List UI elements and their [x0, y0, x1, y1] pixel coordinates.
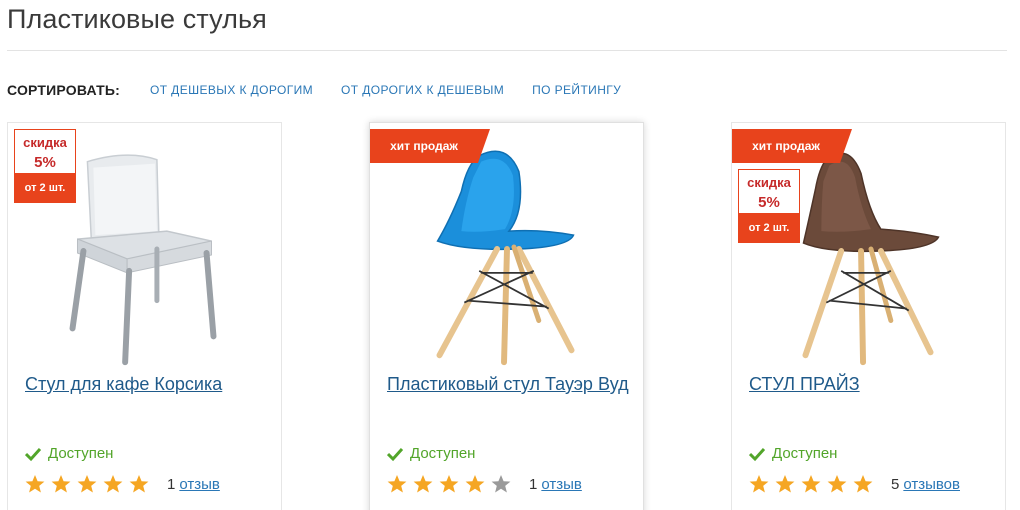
product-title-link[interactable]: Стул для кафе Корсика	[25, 373, 270, 395]
discount-condition: от 2 шт.	[738, 213, 800, 243]
star-icon-filled	[801, 475, 821, 493]
product-card[interactable]: хит продаж Пластиковый стул Тауэр Вуд До…	[369, 122, 644, 510]
check-icon	[749, 447, 765, 461]
discount-condition: от 2 шт.	[14, 173, 76, 203]
product-title-link[interactable]: Пластиковый стул Тауэр Вуд	[387, 373, 632, 395]
star-icon-filled	[465, 475, 485, 493]
reviews-link[interactable]: отзывов	[903, 476, 960, 493]
star-icon-filled	[439, 475, 459, 493]
star-icon-empty	[491, 475, 511, 493]
discount-badge: скидка 5% от 2 шт.	[738, 169, 800, 243]
reviews-link[interactable]: отзыв	[541, 476, 582, 493]
star-icon-filled	[103, 475, 123, 493]
product-image[interactable]	[370, 131, 643, 371]
star-icon-filled	[827, 475, 847, 493]
product-card[interactable]: скидка 5% от 2 шт. Стул для кафе Корсика…	[7, 122, 282, 510]
bestseller-badge-text: хит продаж	[752, 139, 820, 153]
bestseller-badge: хит продаж	[732, 129, 852, 163]
star-rating	[387, 475, 517, 493]
availability: Доступен	[387, 445, 475, 462]
product-card[interactable]: хит продаж скидка 5% от 2 шт. СТУЛ ПРАЙЗ…	[731, 122, 1006, 510]
sort-label: СОРТИРОВАТЬ:	[7, 82, 120, 98]
review-count: 1	[167, 475, 176, 493]
sort-price-asc-link[interactable]: от дешевых к дорогим	[150, 83, 313, 97]
sort-rating-link[interactable]: по рейтингу	[532, 83, 621, 97]
discount-value: 5%	[34, 154, 56, 171]
check-icon	[25, 447, 41, 461]
reviews-link[interactable]: отзыв	[179, 476, 220, 493]
star-rating	[749, 475, 879, 493]
discount-word: скидка	[23, 135, 67, 150]
review-count: 1	[529, 475, 538, 493]
bestseller-badge: хит продаж	[370, 129, 490, 163]
discount-badge: скидка 5% от 2 шт.	[14, 129, 76, 203]
rating: 1 отзыв	[25, 475, 220, 493]
review-count: 5	[891, 475, 900, 493]
star-icon-filled	[413, 475, 433, 493]
check-icon	[387, 447, 403, 461]
star-icon-filled	[51, 475, 71, 493]
sort-bar: СОРТИРОВАТЬ: от дешевых к дорогим от дор…	[7, 80, 649, 100]
availability-text: Доступен	[410, 445, 476, 462]
star-icon-filled	[775, 475, 795, 493]
star-icon-filled	[853, 475, 873, 493]
availability: Доступен	[25, 445, 113, 462]
sort-price-desc-link[interactable]: от дорогих к дешевым	[341, 83, 504, 97]
product-image[interactable]	[732, 131, 1005, 371]
availability: Доступен	[749, 445, 837, 462]
title-divider	[7, 50, 1007, 51]
availability-text: Доступен	[772, 445, 838, 462]
star-icon-filled	[749, 475, 769, 493]
discount-word: скидка	[747, 175, 791, 190]
product-title-link[interactable]: СТУЛ ПРАЙЗ	[749, 373, 994, 395]
star-icon-filled	[25, 475, 45, 493]
bestseller-badge-text: хит продаж	[390, 139, 458, 153]
availability-text: Доступен	[48, 445, 114, 462]
star-icon-filled	[129, 475, 149, 493]
star-rating	[25, 475, 155, 493]
star-icon-filled	[387, 475, 407, 493]
page-title: Пластиковые стулья	[7, 4, 267, 34]
star-icon-filled	[77, 475, 97, 493]
discount-value: 5%	[758, 194, 780, 211]
rating: 1 отзыв	[387, 475, 582, 493]
rating: 5 отзывов	[749, 475, 960, 493]
